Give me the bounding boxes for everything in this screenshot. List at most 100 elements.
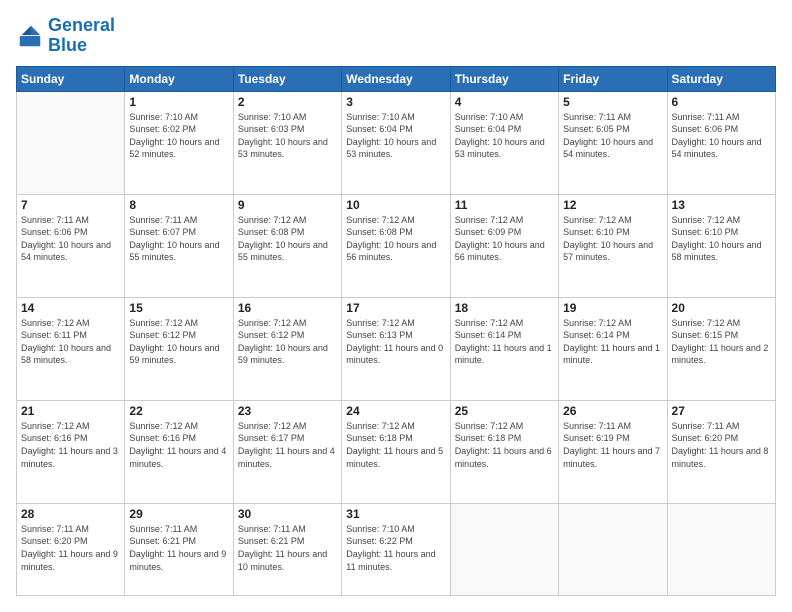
day-info: Sunrise: 7:12 AMSunset: 6:18 PMDaylight:… (455, 420, 554, 470)
calendar-day-cell: 11Sunrise: 7:12 AMSunset: 6:09 PMDayligh… (450, 194, 558, 297)
calendar-day-header: Monday (125, 66, 233, 91)
day-info: Sunrise: 7:12 AMSunset: 6:13 PMDaylight:… (346, 317, 445, 367)
day-info: Sunrise: 7:12 AMSunset: 6:14 PMDaylight:… (563, 317, 662, 367)
calendar-day-cell (667, 503, 775, 595)
logo-icon (16, 22, 44, 50)
day-number: 6 (672, 95, 771, 109)
calendar-day-cell: 17 Sunrise: 7:12 AMSunset: 6:13 PMDayligh… (342, 297, 450, 400)
calendar-day-cell: 2 Sunrise: 7:10 AMSunset: 6:03 PMDaylight… (233, 91, 341, 194)
day-info: Sunrise: 7:12 AMSunset: 6:10 PMDaylight:… (672, 214, 771, 264)
day-number: 31 (346, 507, 445, 521)
day-number: 4 (455, 95, 554, 109)
day-info: Sunrise: 7:12 AMSunset: 6:16 PMDaylight:… (129, 420, 228, 470)
calendar-day-cell: 7 Sunrise: 7:11 AMSunset: 6:06 PMDaylight… (17, 194, 125, 297)
calendar-day-cell (17, 91, 125, 194)
day-info: Sunrise: 7:11 AMSunset: 6:06 PMDaylight:… (21, 214, 120, 264)
day-number: 24 (346, 404, 445, 418)
day-info: Sunrise: 7:12 AMSunset: 6:11 PMDaylight:… (21, 317, 120, 367)
day-number: 16 (238, 301, 337, 315)
day-number: 17 (346, 301, 445, 315)
calendar-day-cell: 19 Sunrise: 7:12 AMSunset: 6:14 PMDayligh… (559, 297, 667, 400)
day-info: Sunrise: 7:10 AMSunset: 6:02 PMDaylight:… (129, 111, 228, 161)
calendar-day-cell: 12 Sunrise: 7:12 AMSunset: 6:10 PMDayligh… (559, 194, 667, 297)
day-info: Sunrise: 7:12 AMSunset: 6:12 PMDaylight:… (238, 317, 337, 367)
day-number: 11 (455, 198, 554, 212)
calendar-day-header: Sunday (17, 66, 125, 91)
calendar-day-cell: 25 Sunrise: 7:12 AMSunset: 6:18 PMDayligh… (450, 400, 558, 503)
day-number: 8 (129, 198, 228, 212)
calendar-table: SundayMondayTuesdayWednesdayThursdayFrid… (16, 66, 776, 596)
day-number: 20 (672, 301, 771, 315)
day-number: 21 (21, 404, 120, 418)
day-number: 30 (238, 507, 337, 521)
day-info: Sunrise: 7:10 AMSunset: 6:03 PMDaylight:… (238, 111, 337, 161)
calendar-week-row: 14 Sunrise: 7:12 AMSunset: 6:11 PMDayligh… (17, 297, 776, 400)
day-number: 2 (238, 95, 337, 109)
calendar-week-row: 21 Sunrise: 7:12 AMSunset: 6:16 PMDayligh… (17, 400, 776, 503)
day-info: Sunrise: 7:12 AMSunset: 6:17 PMDaylight:… (238, 420, 337, 470)
logo-text: General Blue (48, 16, 115, 56)
day-number: 12 (563, 198, 662, 212)
calendar-day-cell: 14 Sunrise: 7:12 AMSunset: 6:11 PMDayligh… (17, 297, 125, 400)
calendar-day-cell: 10Sunrise: 7:12 AMSunset: 6:08 PMDayligh… (342, 194, 450, 297)
day-info: Sunrise: 7:11 AMSunset: 6:21 PMDaylight:… (238, 523, 337, 573)
calendar-day-cell: 30 Sunrise: 7:11 AMSunset: 6:21 PMDayligh… (233, 503, 341, 595)
calendar-day-cell: 28 Sunrise: 7:11 AMSunset: 6:20 PMDayligh… (17, 503, 125, 595)
day-number: 3 (346, 95, 445, 109)
calendar-day-cell: 22 Sunrise: 7:12 AMSunset: 6:16 PMDayligh… (125, 400, 233, 503)
day-number: 18 (455, 301, 554, 315)
calendar-day-cell: 29 Sunrise: 7:11 AMSunset: 6:21 PMDayligh… (125, 503, 233, 595)
day-info: Sunrise: 7:12 AMSunset: 6:10 PMDaylight:… (563, 214, 662, 264)
day-info: Sunrise: 7:10 AMSunset: 6:22 PMDaylight:… (346, 523, 445, 573)
calendar-day-cell: 24 Sunrise: 7:12 AMSunset: 6:18 PMDayligh… (342, 400, 450, 503)
calendar-day-cell (559, 503, 667, 595)
day-info: Sunrise: 7:11 AMSunset: 6:05 PMDaylight:… (563, 111, 662, 161)
day-number: 19 (563, 301, 662, 315)
day-info: Sunrise: 7:11 AMSunset: 6:20 PMDaylight:… (672, 420, 771, 470)
calendar-day-cell: 1Sunrise: 7:10 AMSunset: 6:02 PMDaylight… (125, 91, 233, 194)
calendar-week-row: 1Sunrise: 7:10 AMSunset: 6:02 PMDaylight… (17, 91, 776, 194)
day-info: Sunrise: 7:11 AMSunset: 6:21 PMDaylight:… (129, 523, 228, 573)
calendar-day-header: Tuesday (233, 66, 341, 91)
header: General Blue (16, 16, 776, 56)
calendar-day-cell: 21 Sunrise: 7:12 AMSunset: 6:16 PMDayligh… (17, 400, 125, 503)
calendar-day-cell: 9Sunrise: 7:12 AMSunset: 6:08 PMDaylight… (233, 194, 341, 297)
day-number: 29 (129, 507, 228, 521)
day-info: Sunrise: 7:11 AMSunset: 6:07 PMDaylight:… (129, 214, 228, 264)
calendar-week-row: 28 Sunrise: 7:11 AMSunset: 6:20 PMDayligh… (17, 503, 776, 595)
day-number: 25 (455, 404, 554, 418)
calendar-day-header: Friday (559, 66, 667, 91)
calendar-day-header: Wednesday (342, 66, 450, 91)
day-info: Sunrise: 7:11 AMSunset: 6:06 PMDaylight:… (672, 111, 771, 161)
day-number: 7 (21, 198, 120, 212)
calendar-day-cell: 3 Sunrise: 7:10 AMSunset: 6:04 PMDaylight… (342, 91, 450, 194)
day-number: 28 (21, 507, 120, 521)
calendar-day-cell: 18 Sunrise: 7:12 AMSunset: 6:14 PMDayligh… (450, 297, 558, 400)
day-info: Sunrise: 7:11 AMSunset: 6:20 PMDaylight:… (21, 523, 120, 573)
calendar-day-cell: 6 Sunrise: 7:11 AMSunset: 6:06 PMDaylight… (667, 91, 775, 194)
day-number: 23 (238, 404, 337, 418)
day-number: 5 (563, 95, 662, 109)
calendar-day-cell: 8 Sunrise: 7:11 AMSunset: 6:07 PMDaylight… (125, 194, 233, 297)
day-info: Sunrise: 7:12 AMSunset: 6:15 PMDaylight:… (672, 317, 771, 367)
day-info: Sunrise: 7:12 AMSunset: 6:18 PMDaylight:… (346, 420, 445, 470)
day-info: Sunrise: 7:12 AMSunset: 6:08 PMDaylight:… (238, 214, 337, 264)
calendar-day-cell: 31 Sunrise: 7:10 AMSunset: 6:22 PMDayligh… (342, 503, 450, 595)
logo: General Blue (16, 16, 115, 56)
calendar-day-cell: 16 Sunrise: 7:12 AMSunset: 6:12 PMDayligh… (233, 297, 341, 400)
day-number: 15 (129, 301, 228, 315)
day-info: Sunrise: 7:12 AMSunset: 6:16 PMDaylight:… (21, 420, 120, 470)
day-number: 14 (21, 301, 120, 315)
day-number: 27 (672, 404, 771, 418)
calendar-week-row: 7 Sunrise: 7:11 AMSunset: 6:06 PMDaylight… (17, 194, 776, 297)
day-info: Sunrise: 7:10 AMSunset: 6:04 PMDaylight:… (346, 111, 445, 161)
calendar-day-cell: 23 Sunrise: 7:12 AMSunset: 6:17 PMDayligh… (233, 400, 341, 503)
page: General Blue SundayMondayTuesdayWednesda… (0, 0, 792, 612)
calendar-day-header: Saturday (667, 66, 775, 91)
calendar-header-row: SundayMondayTuesdayWednesdayThursdayFrid… (17, 66, 776, 91)
day-info: Sunrise: 7:12 AMSunset: 6:14 PMDaylight:… (455, 317, 554, 367)
calendar-day-cell: 26Sunrise: 7:11 AMSunset: 6:19 PMDayligh… (559, 400, 667, 503)
day-info: Sunrise: 7:11 AMSunset: 6:19 PMDaylight:… (563, 420, 662, 470)
day-number: 22 (129, 404, 228, 418)
calendar-day-cell: 15Sunrise: 7:12 AMSunset: 6:12 PMDayligh… (125, 297, 233, 400)
